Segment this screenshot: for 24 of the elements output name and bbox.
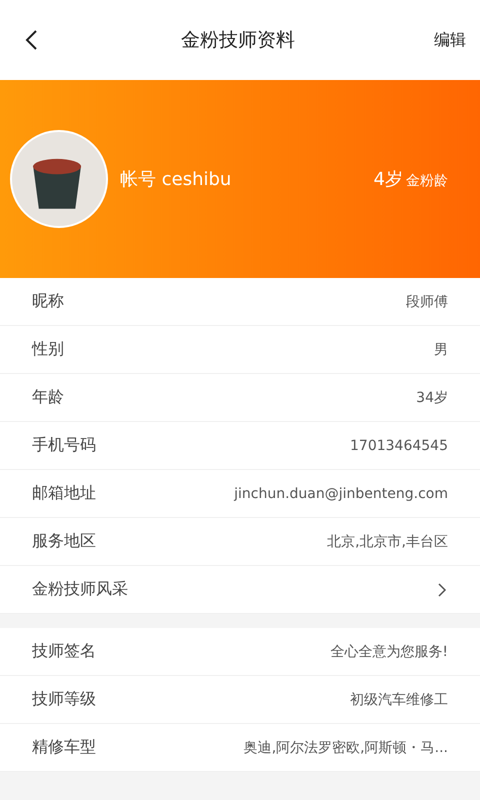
chevron-right-icon[interactable] <box>436 582 448 598</box>
field-label: 性别 <box>32 339 64 360</box>
field-label: 邮箱地址 <box>32 483 96 504</box>
field-value: 初级汽车维修工 <box>350 690 448 708</box>
field-value: 北京,北京市,丰台区 <box>327 532 448 550</box>
field-label: 技师签名 <box>32 641 96 662</box>
field-value: 全心全意为您服务! <box>330 642 448 660</box>
account-text: 帐号 ceshibu <box>120 168 232 191</box>
field-label: 技师等级 <box>32 689 96 710</box>
field-label: 昵称 <box>32 291 64 312</box>
age-text: 4岁 金粉龄 <box>374 168 448 191</box>
field-value: 男 <box>434 340 448 358</box>
edit-button[interactable]: 编辑 <box>434 26 466 54</box>
field-value: jinchun.duan@jinbenteng.com <box>234 486 448 502</box>
field-label: 服务地区 <box>32 531 96 552</box>
field-value: 奥迪,阿尔法罗密欧,阿斯顿・马... <box>244 738 448 756</box>
field-label: 手机号码 <box>32 435 96 456</box>
field-label: 金粉技师风采 <box>32 579 128 600</box>
field-value: 段师傅 <box>406 292 448 310</box>
page-title: 金粉技师资料 <box>180 28 296 53</box>
field-value: 17013464545 <box>350 438 448 454</box>
field-value: 34岁 <box>416 388 448 406</box>
field-label: 精修车型 <box>32 737 96 758</box>
field-label: 年龄 <box>32 387 64 408</box>
